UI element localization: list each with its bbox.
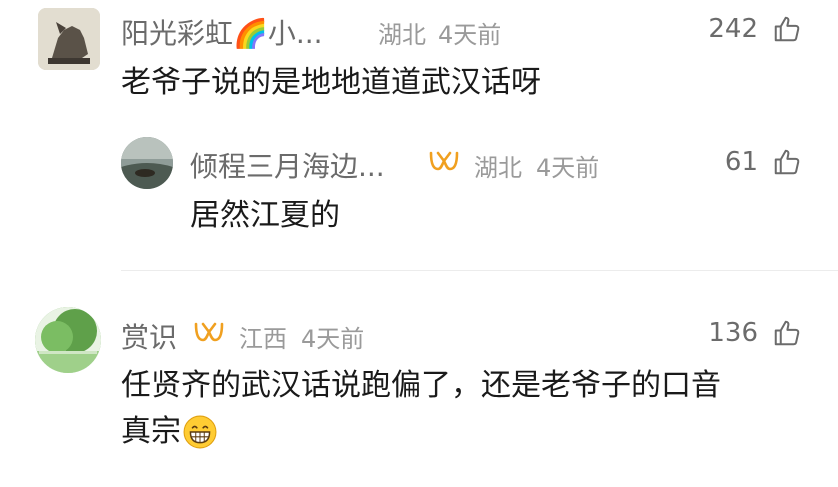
like-count: 136 [708,318,758,348]
location: 湖北 [378,21,426,49]
vip-badge-icon [429,151,459,171]
avatar-image [38,8,100,70]
timestamp: 4天前 [536,154,600,182]
location: 江西 [239,325,287,353]
divider [121,270,838,271]
grin-emoji-icon [183,415,217,449]
username[interactable]: 赏识 [121,316,177,356]
avatar[interactable] [38,8,100,70]
avatar[interactable] [35,307,101,373]
comment-text-line2: 真宗 [121,409,217,455]
comment-text-end: 真宗 [121,414,181,449]
thumbs-up-icon[interactable] [772,318,802,348]
username[interactable]: 倾程三月海边... [190,145,385,185]
vip-badge-icon [194,322,224,342]
avatar[interactable] [121,137,173,189]
avatar-image [35,307,101,373]
avatar-image [121,137,173,189]
reply-text: 居然江夏的 [190,198,340,233]
location: 湖北 [474,154,522,182]
comment-text: 任贤齐的武汉话说跑偏了，还是老爷子的口音 [121,368,721,403]
like-count: 61 [724,147,758,177]
thumbs-up-icon[interactable] [772,14,802,44]
like-count: 242 [708,14,758,44]
thumbs-up-icon[interactable] [772,147,802,177]
timestamp: 4天前 [438,21,502,49]
comment-text: 老爷子说的是地地道道武汉话呀 [121,65,541,100]
timestamp: 4天前 [301,325,365,353]
username[interactable]: 阳光彩虹🌈小... [121,12,323,52]
